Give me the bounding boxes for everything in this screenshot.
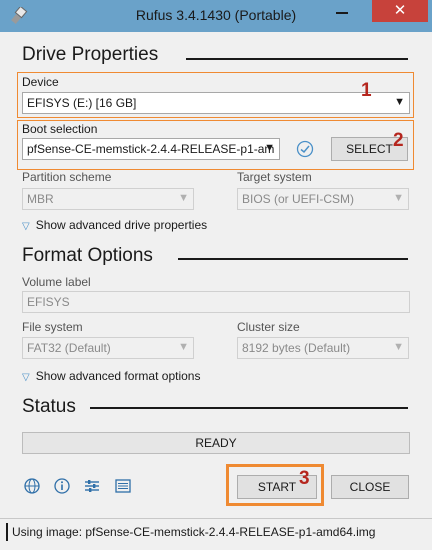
- cluster-size-label: Cluster size: [237, 320, 300, 334]
- chevron-down-icon: ▼: [393, 192, 404, 204]
- info-icon[interactable]: [54, 478, 70, 494]
- chevron-down-icon: ▼: [178, 341, 189, 353]
- step-number-3: 3: [299, 468, 310, 489]
- format-options-heading: Format Options: [22, 245, 153, 266]
- boot-selection-label: Boot selection: [22, 122, 98, 136]
- minimize-button[interactable]: [336, 12, 348, 14]
- file-system-label: File system: [22, 320, 83, 334]
- status-footer: Using image: pfSense-CE-memstick-2.4.4-R…: [0, 518, 432, 546]
- footer-grip: [6, 523, 8, 541]
- chevron-down-icon: ▼: [264, 142, 275, 154]
- check-icon: [296, 140, 314, 158]
- section-divider: [178, 258, 408, 260]
- device-value: EFISYS (E:) [16 GB]: [27, 96, 137, 110]
- partition-scheme-label: Partition scheme: [22, 170, 112, 184]
- file-system-dropdown[interactable]: FAT32 (Default) ▼: [22, 337, 194, 359]
- target-system-label: Target system: [237, 170, 312, 184]
- cluster-size-dropdown[interactable]: 8192 bytes (Default) ▼: [237, 337, 409, 359]
- show-advanced-format-toggle[interactable]: ▽ Show advanced format options: [22, 369, 200, 383]
- cluster-size-value: 8192 bytes (Default): [242, 341, 351, 355]
- section-divider: [90, 407, 408, 409]
- partition-scheme-value: MBR: [27, 192, 54, 206]
- partition-scheme-dropdown[interactable]: MBR ▼: [22, 188, 194, 210]
- target-system-dropdown[interactable]: BIOS (or UEFI-CSM) ▼: [237, 188, 409, 210]
- step-number-1: 1: [361, 80, 372, 101]
- show-advanced-drive-toggle[interactable]: ▽ Show advanced drive properties: [22, 218, 207, 232]
- settings-icon[interactable]: [84, 478, 100, 494]
- title-bar: Rufus 3.4.1430 (Portable) ✕: [0, 0, 432, 32]
- boot-selection-dropdown[interactable]: pfSense-CE-memstick-2.4.4-RELEASE-p1-am …: [22, 138, 280, 160]
- status-progress-bar: READY: [22, 432, 410, 454]
- chevron-down-icon: ▽: [22, 372, 30, 383]
- log-icon[interactable]: [115, 478, 131, 494]
- chevron-down-icon: ▼: [394, 96, 405, 108]
- device-label: Device: [22, 75, 59, 89]
- window-title: Rufus 3.4.1430 (Portable): [135, 7, 297, 23]
- advanced-format-label: Show advanced format options: [35, 369, 201, 383]
- volume-label-input[interactable]: EFISYS: [22, 291, 410, 313]
- chevron-down-icon: ▼: [393, 341, 404, 353]
- section-divider: [186, 58, 408, 60]
- globe-icon[interactable]: [24, 478, 40, 494]
- file-system-value: FAT32 (Default): [27, 341, 111, 355]
- device-dropdown[interactable]: EFISYS (E:) [16 GB] ▼: [22, 92, 410, 114]
- boot-selection-value: pfSense-CE-memstick-2.4.4-RELEASE-p1-am: [27, 142, 275, 156]
- target-system-value: BIOS (or UEFI-CSM): [242, 192, 355, 206]
- close-window-button[interactable]: ✕: [372, 0, 428, 22]
- drive-properties-heading: Drive Properties: [22, 44, 159, 65]
- footer-image-text: Using image: pfSense-CE-memstick-2.4.4-R…: [12, 525, 376, 539]
- chevron-down-icon: ▽: [22, 221, 30, 232]
- chevron-down-icon: ▼: [178, 192, 189, 204]
- volume-label-label: Volume label: [22, 275, 91, 289]
- step-number-2: 2: [393, 130, 404, 151]
- close-button[interactable]: CLOSE: [331, 475, 409, 499]
- advanced-drive-label: Show advanced drive properties: [35, 218, 208, 232]
- status-heading: Status: [22, 396, 76, 417]
